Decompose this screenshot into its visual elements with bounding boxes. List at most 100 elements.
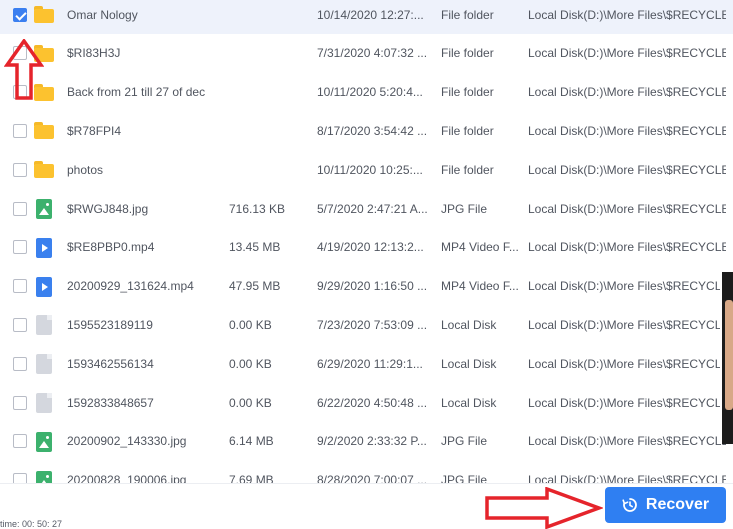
file-row[interactable]: 20200902_143330.jpg 6.14 MB 9/2/2020 2:33:…: [0, 422, 733, 461]
video-file-icon: [36, 276, 52, 297]
recover-button[interactable]: Recover: [605, 487, 726, 523]
file-row[interactable]: $R78FPI4 8/17/2020 3:54:42 ... File folder…: [0, 111, 733, 150]
file-name: $R78FPI4: [67, 123, 122, 138]
file-name: 1593462556134: [67, 356, 154, 371]
file-path: Local Disk(D:)\More Files\$RECYCLE....: [528, 201, 726, 216]
file-name: 20200929_131624.mp4: [67, 279, 194, 294]
file-row[interactable]: 1593462556134 0.00 KB 6/29/2020 11:29:1...…: [0, 344, 733, 383]
file-name: $RE8PBP0.mp4: [67, 240, 155, 255]
file-list: Omar Nology 10/14/2020 12:27:... File fold…: [0, 0, 733, 483]
file-type: Local Disk: [441, 317, 497, 332]
file-type: Local Disk: [441, 395, 497, 410]
folder-icon: [34, 6, 54, 24]
file-name: Omar Nology: [67, 7, 138, 22]
file-type: MP4 Video F...: [441, 240, 519, 255]
row-checkbox[interactable]: [13, 395, 27, 410]
video-overlay-thumbnail: [720, 272, 733, 444]
file-date: 6/29/2020 11:29:1...: [317, 356, 423, 371]
row-checkbox[interactable]: [13, 317, 27, 332]
red-right-arrow-icon: [485, 487, 603, 529]
red-up-arrow-icon: [4, 39, 44, 100]
file-type: File folder: [441, 123, 494, 138]
file-date: 8/17/2020 3:54:42 ...: [317, 123, 428, 138]
file-row[interactable]: Back from 21 till 27 of dec 10/11/2020 5:…: [0, 73, 733, 112]
file-type: JPG File: [441, 473, 488, 483]
blank-file-icon: [36, 354, 52, 375]
file-row[interactable]: photos 10/11/2020 10:25:... File folder Loc…: [0, 150, 733, 189]
file-name: Back from 21 till 27 of dec: [67, 85, 206, 100]
file-name: $RI83H3J: [67, 46, 121, 61]
file-date: 7/23/2020 7:53:09 ...: [317, 317, 428, 332]
blank-file-icon: [36, 315, 52, 336]
file-path: Local Disk(D:)\More Files\$RECYCLE....: [528, 46, 726, 61]
row-checkbox[interactable]: [13, 434, 27, 449]
file-date: 4/19/2020 12:13:2...: [317, 240, 424, 255]
elapsed-time: time: 00: 50: 27: [0, 519, 63, 529]
file-row[interactable]: $RE8PBP0.mp4 13.45 MB 4/19/2020 12:13:2...…: [0, 228, 733, 267]
file-path: Local Disk(D:)\More Files\$RECYCLE....: [528, 123, 726, 138]
file-date: 10/11/2020 5:20:4...: [317, 85, 423, 100]
file-row[interactable]: 20200828_190006.jpg 7.69 MB 8/28/2020 7:00…: [0, 461, 733, 483]
file-type: MP4 Video F...: [441, 279, 519, 294]
file-path: Local Disk(D:)\More Files\$RECYCLE....: [528, 473, 726, 483]
file-name: 1592833848657: [67, 395, 154, 410]
row-checkbox[interactable]: [13, 240, 27, 255]
file-type: File folder: [441, 7, 494, 22]
file-row[interactable]: 20200929_131624.mp4 47.95 MB 9/29/2020 1:1…: [0, 267, 733, 306]
file-size: 716.13 KB: [229, 201, 286, 216]
file-row[interactable]: $RI83H3J 7/31/2020 4:07:32 ... File folder…: [0, 34, 733, 73]
image-file-icon: [36, 431, 52, 452]
file-path: Local Disk(D:)\More Files\$RECYCLE....: [528, 7, 726, 22]
file-row[interactable]: Omar Nology 10/14/2020 12:27:... File fold…: [0, 0, 733, 34]
file-date: 9/29/2020 1:16:50 ...: [317, 279, 428, 294]
row-checkbox[interactable]: [13, 356, 27, 371]
file-date: 5/7/2020 2:47:21 A...: [317, 201, 428, 216]
file-type: File folder: [441, 46, 494, 61]
file-size: 7.69 MB: [229, 473, 274, 483]
row-checkbox[interactable]: [13, 201, 27, 216]
file-size: 13.45 MB: [229, 240, 281, 255]
file-date: 8/28/2020 7:00:07 ...: [317, 473, 428, 483]
row-checkbox[interactable]: [13, 279, 27, 294]
row-checkbox[interactable]: [13, 162, 27, 177]
file-size: 0.00 KB: [229, 317, 272, 332]
file-type: File folder: [441, 162, 494, 177]
file-path: Local Disk(D:)\More Files\$RECYCLE....: [528, 279, 726, 294]
file-type: JPG File: [441, 201, 488, 216]
file-name: 1595523189119: [67, 317, 153, 332]
blank-file-icon: [36, 393, 52, 413]
file-path: Local Disk(D:)\More Files\$RECYCLE....: [528, 85, 726, 100]
file-row[interactable]: $RWGJ848.jpg 716.13 KB 5/7/2020 2:47:21 A.…: [0, 189, 733, 228]
file-path: Local Disk(D:)\More Files\$RECYCLE....: [528, 240, 726, 255]
file-row[interactable]: 1592833848657 0.00 KB 6/22/2020 4:50:48 ..…: [0, 383, 733, 422]
file-name: 20200902_143330.jpg: [67, 434, 187, 449]
file-type: File folder: [441, 85, 494, 100]
file-path: Local Disk(D:)\More Files\$RECYCLE....: [528, 317, 726, 332]
file-row[interactable]: 1595523189119 0.00 KB 7/23/2020 7:53:09 ..…: [0, 305, 733, 344]
file-date: 10/14/2020 12:27:...: [317, 7, 424, 22]
row-checkbox[interactable]: [13, 123, 27, 138]
file-date: 10/11/2020 10:25:...: [317, 162, 423, 177]
file-path: Local Disk(D:)\More Files\$RECYCLE....: [528, 434, 726, 449]
image-file-icon: [36, 199, 52, 219]
file-size: 6.14 MB: [229, 434, 274, 449]
file-name: photos: [67, 162, 104, 177]
file-path: Local Disk(D:)\More Files\$RECYCLE....: [528, 395, 726, 410]
file-size: 47.95 MB: [229, 279, 281, 294]
file-size: 0.00 KB: [229, 395, 272, 410]
row-checkbox[interactable]: [13, 7, 27, 22]
file-type: JPG File: [441, 434, 488, 449]
file-path: Local Disk(D:)\More Files\$RECYCLE....: [528, 356, 726, 371]
row-checkbox[interactable]: [13, 473, 27, 483]
folder-icon: [34, 161, 54, 179]
video-file-icon: [36, 237, 52, 258]
file-path: Local Disk(D:)\More Files\$RECYCLE....: [528, 162, 726, 177]
file-type: Local Disk: [441, 356, 497, 371]
file-date: 9/2/2020 2:33:32 P...: [317, 434, 427, 449]
file-date: 6/22/2020 4:50:48 ...: [317, 395, 428, 410]
folder-icon: [34, 122, 54, 140]
history-icon: [622, 498, 637, 512]
recover-button-label: Recover: [645, 496, 710, 513]
file-size: 0.00 KB: [229, 356, 272, 371]
image-file-icon: [36, 470, 52, 483]
